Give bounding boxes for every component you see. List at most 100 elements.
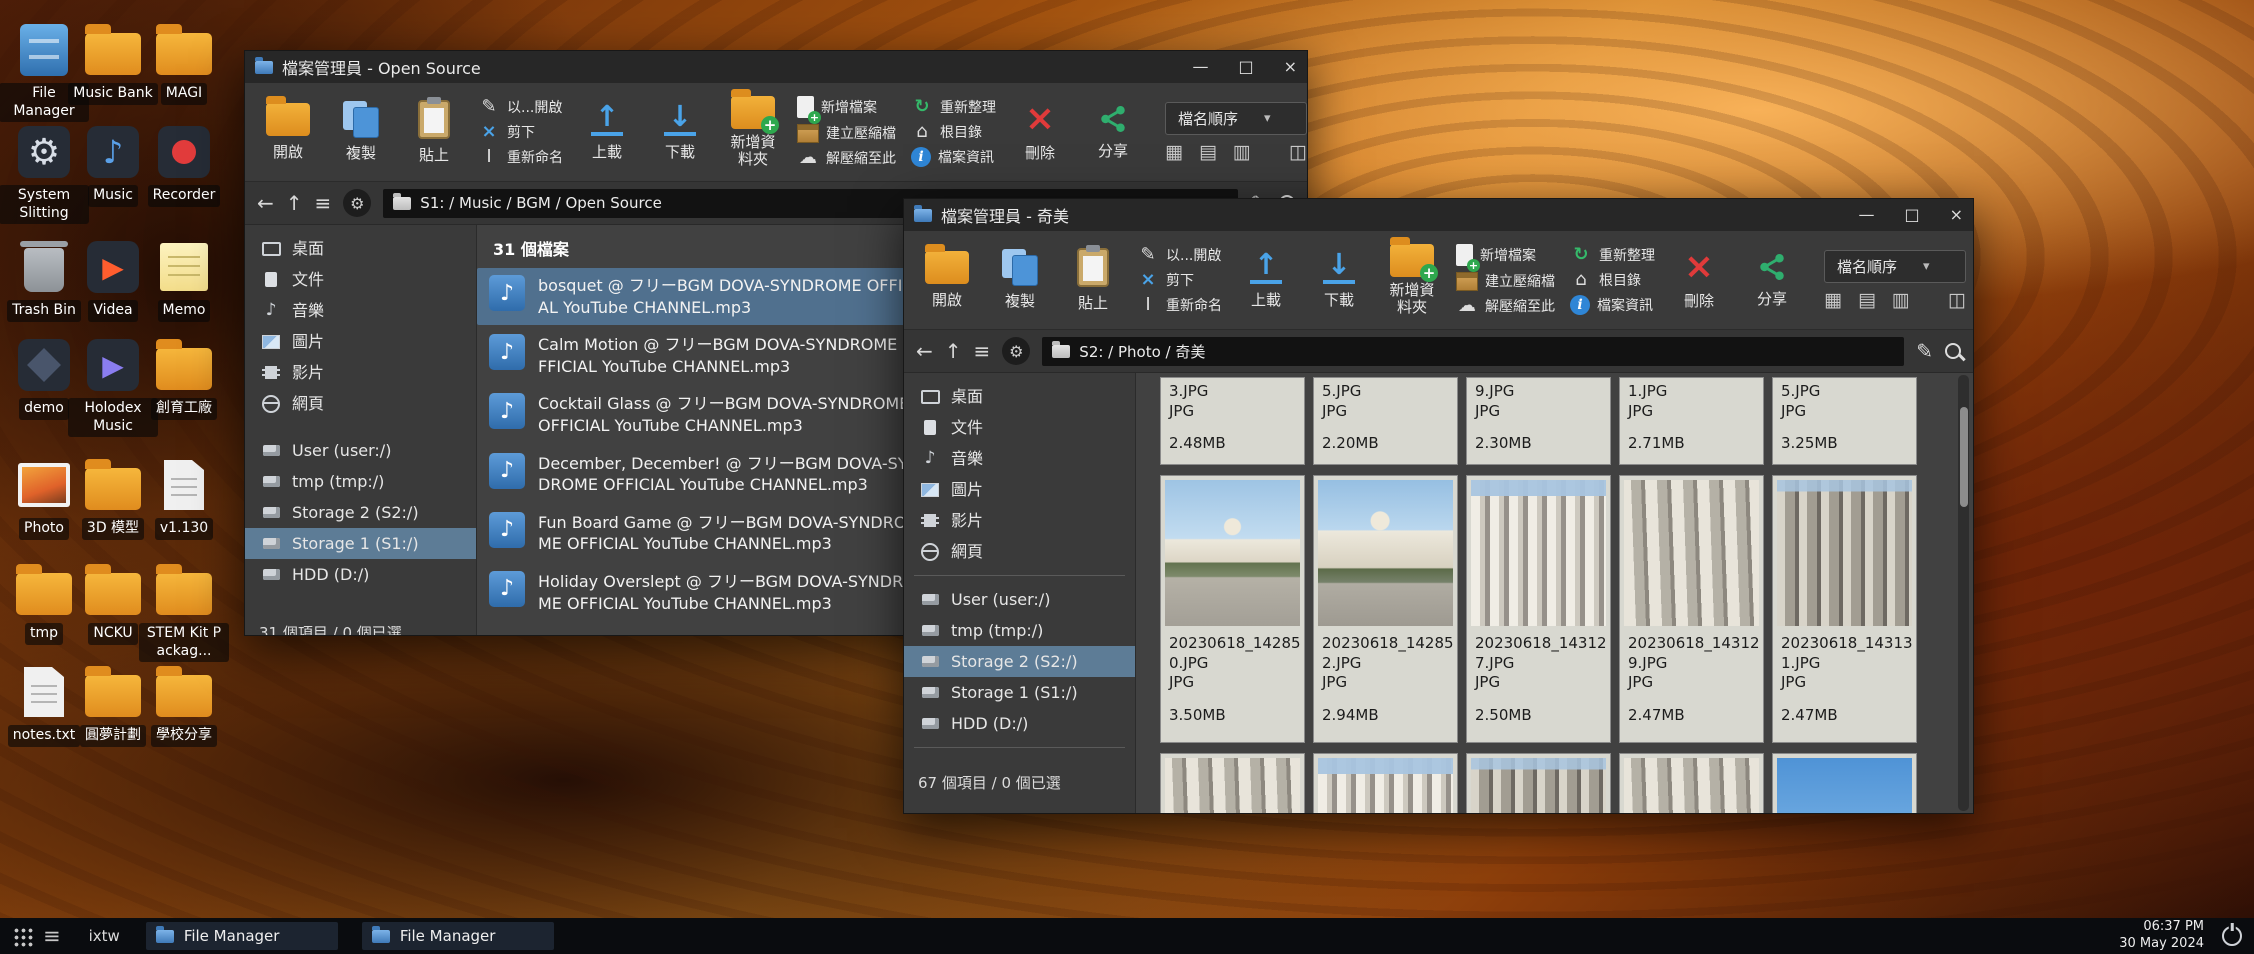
photo-item[interactable]: 20230618_143127.JPGJPG2.50MB <box>1466 475 1611 743</box>
photo-item[interactable] <box>1313 753 1458 813</box>
cut-button[interactable]: ×剪下 <box>1137 270 1222 290</box>
sidebar-item-web[interactable]: 網頁 <box>904 536 1135 567</box>
search-icon[interactable] <box>1945 343 1961 359</box>
new-folder-button[interactable]: 新增資料夾 <box>724 96 782 169</box>
copy-button[interactable]: 複製 <box>332 101 390 163</box>
path-input[interactable]: S2: / Photo / 奇美 <box>1042 337 1904 366</box>
sidebar-item-pictures[interactable]: 圖片 <box>245 326 476 357</box>
file-item[interactable]: ♪Cocktail Glass @ フリーBGM DOVA-SYNDROME O… <box>477 386 947 443</box>
open-button[interactable]: 開啟 <box>918 251 976 310</box>
upload-button[interactable]: ↑上載 <box>1237 250 1295 310</box>
up-button[interactable]: ↑ <box>286 193 303 213</box>
photo-item[interactable]: 5.JPGJPG3.25MB <box>1772 377 1917 465</box>
photo-item[interactable] <box>1466 753 1611 813</box>
sidebar-item-tmp-drive[interactable]: tmp (tmp:/) <box>245 466 476 497</box>
sidebar-item-music[interactable]: ♪音樂 <box>904 443 1135 474</box>
create-archive-button[interactable]: 建立壓縮檔 <box>1456 271 1555 291</box>
sidebar-item-music[interactable]: ♪音樂 <box>245 295 476 326</box>
photo-item[interactable]: 20230618_142850.JPGJPG3.50MB <box>1160 475 1305 743</box>
close-button[interactable]: × <box>1950 207 1963 223</box>
download-button[interactable]: ↓下載 <box>1310 250 1368 310</box>
photo-item[interactable] <box>1772 753 1917 813</box>
sidebar-item-storage2[interactable]: Storage 2 (S2:/) <box>904 646 1135 677</box>
sidebar-item-storage2[interactable]: Storage 2 (S2:/) <box>245 497 476 528</box>
vertical-scrollbar[interactable] <box>1958 375 1969 811</box>
sidebar-item-desktop[interactable]: 桌面 <box>245 233 476 264</box>
scrollbar-thumb[interactable] <box>1960 407 1968 507</box>
sidebar-item-documents[interactable]: 文件 <box>245 264 476 295</box>
maximize-button[interactable]: □ <box>1904 207 1919 223</box>
extract-here-button[interactable]: ☁解壓縮至此 <box>797 148 896 168</box>
desktop-icon-magi[interactable]: MAGI <box>139 20 229 105</box>
up-button[interactable]: ↑ <box>945 341 962 361</box>
photo-item[interactable] <box>1160 753 1305 813</box>
desktop-icon-v1130[interactable]: v1.130 <box>139 455 229 540</box>
view-details-button[interactable]: ▥ <box>1892 291 1910 310</box>
taskbar-task-file-manager-2[interactable]: File Manager <box>362 922 554 950</box>
minimize-button[interactable]: — <box>1858 207 1874 223</box>
refresh-button[interactable]: ↻重新整理 <box>911 97 996 117</box>
open-button[interactable]: 開啟 <box>259 103 317 162</box>
paste-button[interactable]: 貼上 <box>405 100 463 165</box>
share-button[interactable]: 分享 <box>1743 251 1801 309</box>
photo-item[interactable]: 1.JPGJPG2.71MB <box>1619 377 1764 465</box>
open-with-button[interactable]: ✎以...開啟 <box>478 97 563 117</box>
photo-item[interactable]: 20230618_142852.JPGJPG2.94MB <box>1313 475 1458 743</box>
back-button[interactable]: ← <box>257 193 274 213</box>
view-details-button[interactable]: ▥ <box>1233 143 1251 162</box>
cut-button[interactable]: ×剪下 <box>478 122 563 142</box>
file-item[interactable]: ♪Fun Board Game @ フリーBGM DOVA-SYNDROME O… <box>477 505 947 562</box>
sidebar-item-user-drive[interactable]: User (user:/) <box>245 435 476 466</box>
sidebar-item-videos[interactable]: 影片 <box>245 357 476 388</box>
delete-button[interactable]: ×刪除 <box>1011 101 1069 163</box>
sort-order-dropdown[interactable]: 檔名順序▾ <box>1824 250 1966 283</box>
taskbar-task-file-manager-1[interactable]: File Manager <box>146 922 338 950</box>
desktop-icon-school-share[interactable]: 學校分享 <box>139 662 229 747</box>
titlebar[interactable]: 檔案管理員 - Open Source — □ × <box>245 51 1307 83</box>
sort-order-dropdown[interactable]: 檔名順序▾ <box>1165 102 1307 135</box>
taskbar-clock[interactable]: 06:37 PM 30 May 2024 <box>2119 919 2204 953</box>
file-info-button[interactable]: i檔案資訊 <box>1570 295 1655 315</box>
download-button[interactable]: ↓下載 <box>651 102 709 162</box>
file-item[interactable]: ♪bosquet @ フリーBGM DOVA-SYNDROME OFFICIAL… <box>477 268 947 325</box>
root-button[interactable]: ⌂根目錄 <box>911 122 996 142</box>
file-info-button[interactable]: i檔案資訊 <box>911 147 996 167</box>
upload-button[interactable]: ↑上載 <box>578 102 636 162</box>
settings-gear-button[interactable]: ⚙ <box>343 189 371 217</box>
file-item[interactable]: ♪Calm Motion @ フリーBGM DOVA-SYNDROME OFFI… <box>477 327 947 384</box>
close-button[interactable]: × <box>1284 59 1297 75</box>
titlebar[interactable]: 檔案管理員 - 奇美 — □ × <box>904 199 1973 231</box>
taskbar-user-label[interactable]: ixtw <box>89 927 120 945</box>
edit-path-button[interactable]: ✎ <box>1916 341 1933 361</box>
root-button[interactable]: ⌂根目錄 <box>1570 270 1655 290</box>
maximize-button[interactable]: □ <box>1238 59 1253 75</box>
sidebar-item-hdd[interactable]: HDD (D:/) <box>245 559 476 590</box>
sidebar-item-tmp-drive[interactable]: tmp (tmp:/) <box>904 615 1135 646</box>
sidebar-item-desktop[interactable]: 桌面 <box>904 381 1135 412</box>
photo-item[interactable]: 3.JPGJPG2.48MB <box>1160 377 1305 465</box>
copy-button[interactable]: 複製 <box>991 249 1049 311</box>
view-list-button[interactable]: ▤ <box>1858 291 1876 310</box>
desktop-icon-chuangyu[interactable]: 創育工廠 <box>139 335 229 420</box>
sidebar-item-storage1[interactable]: Storage 1 (S1:/) <box>245 528 476 559</box>
photo-item[interactable]: 20230618_143129.JPGJPG2.47MB <box>1619 475 1764 743</box>
back-button[interactable]: ← <box>916 341 933 361</box>
new-folder-button[interactable]: 新增資料夾 <box>1383 244 1441 317</box>
view-grid-button[interactable]: ▦ <box>1824 291 1842 310</box>
desktop-icon-recorder[interactable]: Recorder <box>139 122 229 207</box>
desktop-icon-memo[interactable]: Memo <box>139 237 229 322</box>
delete-button[interactable]: ×刪除 <box>1670 249 1728 311</box>
new-file-button[interactable]: 新增檔案 <box>797 96 896 118</box>
desktop-icon-stem-kit[interactable]: STEM Kit P ackag... <box>139 560 229 662</box>
rename-button[interactable]: I重新命名 <box>478 147 563 167</box>
menu-button[interactable]: ≡ <box>974 341 991 361</box>
sidebar-item-web[interactable]: 網頁 <box>245 388 476 419</box>
file-item[interactable]: ♪Holiday Overslept @ フリーBGM DOVA-SYNDROM… <box>477 564 947 621</box>
sidebar-item-hdd[interactable]: HDD (D:/) <box>904 708 1135 739</box>
paste-button[interactable]: 貼上 <box>1064 248 1122 313</box>
sidebar-item-pictures[interactable]: 圖片 <box>904 474 1135 505</box>
photo-item[interactable]: 9.JPGJPG2.30MB <box>1466 377 1611 465</box>
view-grid-button[interactable]: ▦ <box>1165 143 1183 162</box>
window-list-icon[interactable]: ≡ <box>43 926 61 947</box>
view-panel-button[interactable]: ◫ <box>1289 143 1307 162</box>
